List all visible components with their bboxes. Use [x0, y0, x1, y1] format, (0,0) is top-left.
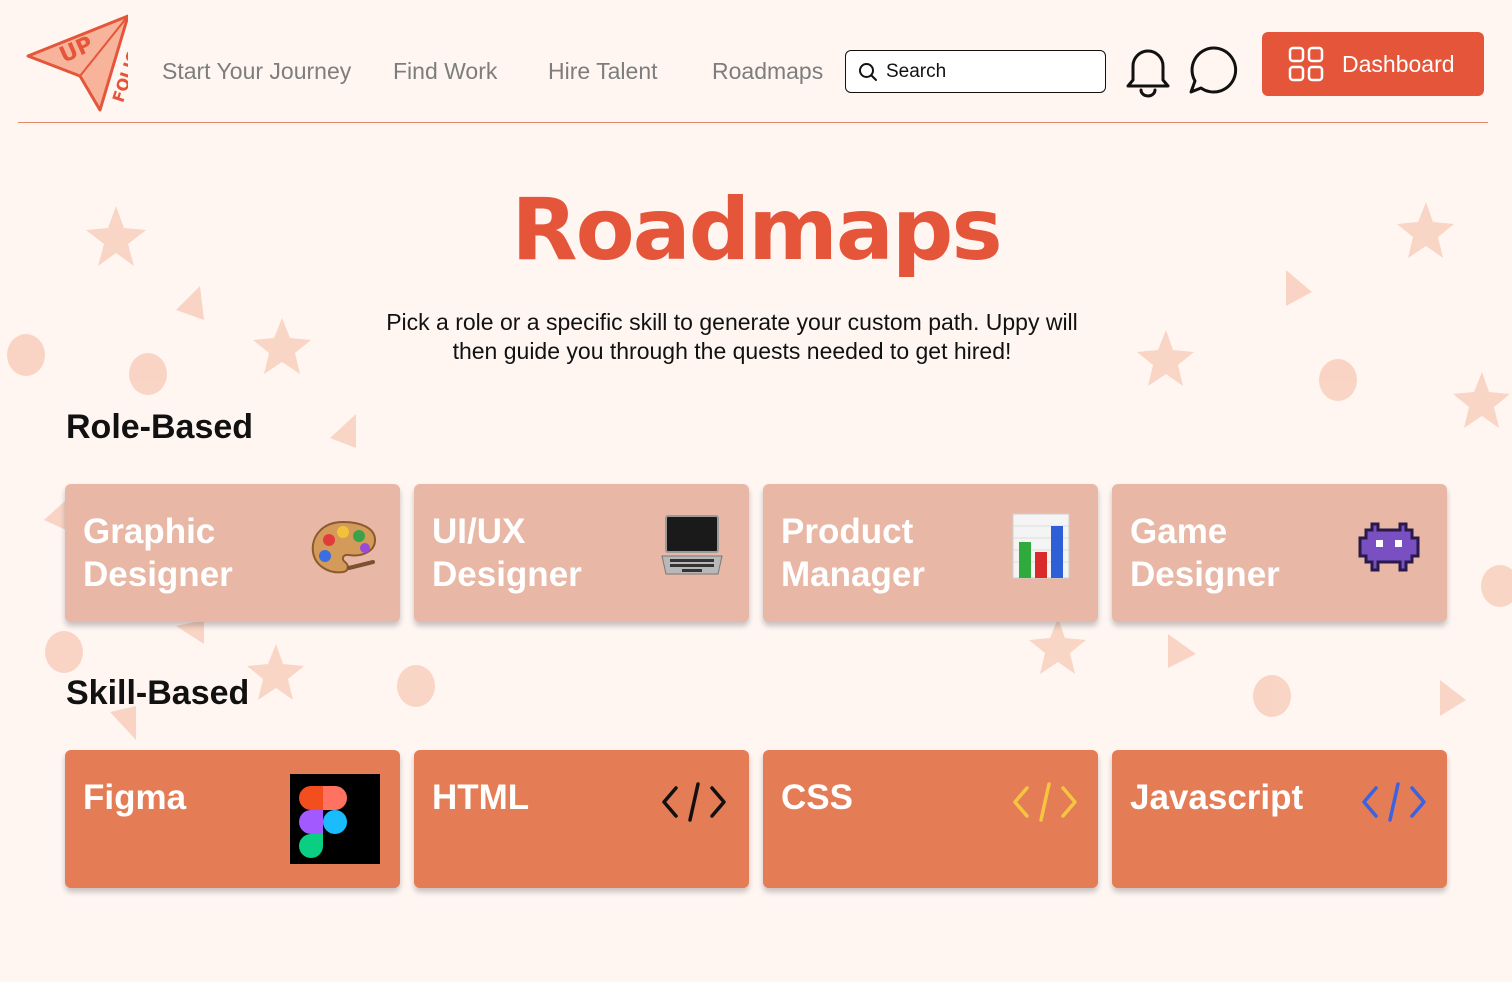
- role-card-label: Product Manager: [781, 510, 991, 596]
- label-line-2: Designer: [1130, 555, 1280, 594]
- code-icon: [1362, 782, 1426, 822]
- skill-card-figma[interactable]: Figma: [65, 750, 400, 888]
- role-card-ui-ux-designer[interactable]: UI/UX Designer: [414, 484, 749, 622]
- role-card-label: Game Designer: [1130, 510, 1340, 596]
- role-card-game-designer[interactable]: Game Designer: [1112, 484, 1447, 622]
- skill-card-javascript[interactable]: Javascript: [1112, 750, 1447, 888]
- upfolio-logo[interactable]: UP FOLIO: [24, 14, 128, 112]
- top-header: UP FOLIO Start Your Journey Find Work Hi…: [18, 0, 1488, 123]
- dashboard-button[interactable]: Dashboard: [1262, 32, 1484, 96]
- search-box[interactable]: [845, 50, 1106, 93]
- chat-bubble-icon: [1189, 46, 1238, 94]
- skill-card-css[interactable]: CSS: [763, 750, 1098, 888]
- page-title: Roadmaps: [511, 180, 1002, 280]
- role-card-label: Graphic Designer: [83, 510, 293, 596]
- label-line-1: Game: [1130, 512, 1228, 551]
- space-invader-icon: [1358, 522, 1420, 572]
- skill-card-label: HTML: [432, 778, 530, 817]
- intro-text: Pick a role or a specific skill to gener…: [356, 308, 1108, 366]
- bar-chart-icon: [1012, 513, 1070, 579]
- role-card-product-manager[interactable]: Product Manager: [763, 484, 1098, 622]
- nav-hire-talent[interactable]: Hire Talent: [548, 58, 658, 85]
- notifications-button[interactable]: [1121, 40, 1175, 100]
- intro-line-1: Pick a role or a specific skill to gener…: [386, 309, 1078, 335]
- nav-start-your-journey[interactable]: Start Your Journey: [162, 58, 351, 85]
- nav-find-work[interactable]: Find Work: [393, 58, 497, 85]
- skill-card-label: Javascript: [1130, 778, 1304, 817]
- skill-card-label: Figma: [83, 778, 187, 817]
- label-line-1: Graphic: [83, 512, 216, 551]
- intro-line-2: then guide you through the quests needed…: [452, 338, 1012, 364]
- laptop-icon: [661, 515, 723, 575]
- nav-roadmaps[interactable]: Roadmaps: [712, 58, 823, 85]
- role-card-graphic-designer[interactable]: Graphic Designer: [65, 484, 400, 622]
- role-based-heading: Role-Based: [66, 408, 254, 446]
- figma-logo-icon: [290, 774, 380, 864]
- grid-icon: [1288, 46, 1324, 82]
- label-line-1: Product: [781, 512, 914, 551]
- search-icon: [859, 62, 877, 81]
- label-line-2: Designer: [432, 555, 582, 594]
- skill-card-html[interactable]: HTML: [414, 750, 749, 888]
- skill-based-heading: Skill-Based: [66, 674, 250, 712]
- dashboard-label: Dashboard: [1342, 50, 1455, 77]
- search-input[interactable]: [886, 60, 1086, 83]
- artist-palette-icon: [311, 520, 377, 574]
- messages-button[interactable]: [1186, 40, 1240, 100]
- label-line-2: Manager: [781, 555, 925, 594]
- label-line-1: UI/UX: [432, 512, 526, 551]
- role-card-label: UI/UX Designer: [432, 510, 642, 596]
- code-icon: [1013, 782, 1077, 822]
- label-line-2: Designer: [83, 555, 233, 594]
- code-icon: [662, 782, 726, 822]
- skill-card-label: CSS: [781, 778, 853, 817]
- bell-icon: [1126, 49, 1170, 98]
